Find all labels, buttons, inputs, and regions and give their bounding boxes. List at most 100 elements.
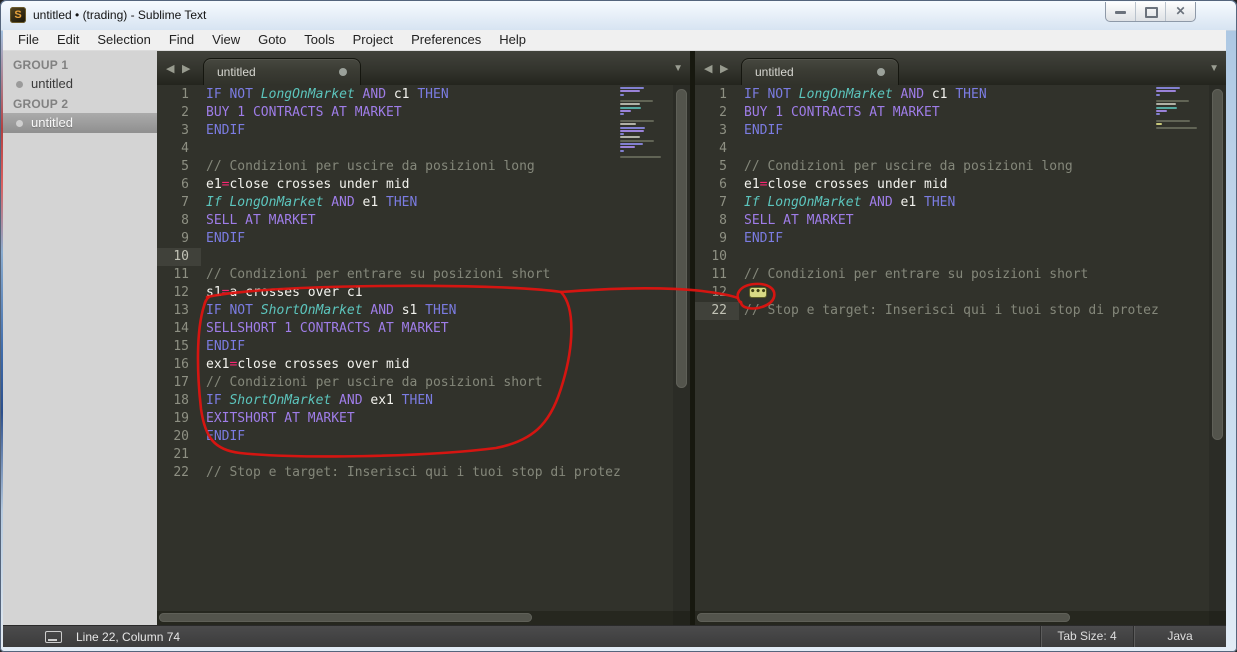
line-number: 7 bbox=[719, 195, 727, 210]
line-text: If LongOnMarket AND e1 THEN bbox=[744, 195, 956, 210]
close-icon: ✕ bbox=[1175, 4, 1186, 18]
tab-scroll-right-icon[interactable]: ▶ bbox=[720, 62, 728, 75]
menu-item-preferences[interactable]: Preferences bbox=[402, 30, 490, 50]
line-number: 9 bbox=[719, 231, 727, 246]
fold-ellipsis-icon[interactable]: ••• bbox=[749, 287, 767, 298]
minimap-line bbox=[620, 119, 654, 122]
syntax-indicator[interactable]: Java bbox=[1133, 626, 1226, 647]
line-number: 2 bbox=[181, 105, 189, 120]
line-number: 11 bbox=[711, 267, 727, 282]
horizontal-scrollbar[interactable] bbox=[157, 611, 673, 625]
menu-item-view[interactable]: View bbox=[203, 30, 249, 50]
line-text: BUY 1 CONTRACTS AT MARKET bbox=[206, 105, 402, 120]
horizontal-scrollbar-thumb[interactable] bbox=[697, 613, 1070, 622]
sidebar-item-untitled[interactable]: untitled bbox=[3, 113, 157, 133]
code-line: 1 IF NOT LongOnMarket AND c1 THEN bbox=[157, 86, 673, 104]
tab-scroll-left-icon[interactable]: ◀ bbox=[704, 62, 712, 75]
code-line: 11 // Condizioni per entrare su posizioni… bbox=[157, 266, 673, 284]
modified-dot-icon bbox=[877, 68, 885, 76]
minimap-line bbox=[1156, 87, 1180, 89]
minimap[interactable] bbox=[1156, 87, 1201, 130]
line-number: 6 bbox=[719, 177, 727, 192]
code-line: 8 SELL AT MARKET bbox=[695, 212, 1209, 230]
tab-scroll-right-icon[interactable]: ▶ bbox=[182, 62, 190, 75]
line-number: 14 bbox=[173, 321, 189, 336]
line-number: 1 bbox=[719, 87, 727, 102]
menu-item-file[interactable]: File bbox=[9, 30, 48, 50]
menu-item-selection[interactable]: Selection bbox=[88, 30, 159, 50]
line-text: // Condizioni per uscire da posizioni sh… bbox=[206, 375, 543, 390]
editor-group-2: ◀ ▶ untitled ▼ 1 IF NOT LongOnMarket AND … bbox=[695, 51, 1226, 625]
minimap[interactable] bbox=[620, 87, 665, 160]
scrollbar-corner bbox=[673, 611, 690, 625]
code-line: 2 BUY 1 CONTRACTS AT MARKET bbox=[695, 104, 1209, 122]
line-text: ex1=close crosses over mid bbox=[206, 357, 410, 372]
scrollbar-corner bbox=[1209, 611, 1226, 625]
line-number: 5 bbox=[181, 159, 189, 174]
tab-bar: ◀ ▶ untitled ▼ bbox=[695, 51, 1226, 85]
editor-area: ◀ ▶ untitled ▼ 1 IF NOT LongOnMarket AND … bbox=[157, 51, 1226, 625]
minimap-line bbox=[1156, 100, 1189, 103]
line-number: 15 bbox=[173, 339, 189, 354]
modified-dot-icon bbox=[339, 68, 347, 76]
title-bar[interactable]: S untitled • (trading) - Sublime Text ✕ bbox=[1, 1, 1236, 31]
vertical-scrollbar-thumb[interactable] bbox=[1212, 89, 1223, 440]
line-number: 4 bbox=[181, 141, 189, 156]
tab-overflow-icon[interactable]: ▼ bbox=[1209, 63, 1219, 74]
menu-item-find[interactable]: Find bbox=[160, 30, 203, 50]
minimap-line bbox=[1156, 110, 1167, 113]
line-number: 19 bbox=[173, 411, 189, 426]
line-number: 21 bbox=[173, 447, 189, 462]
tab-label: untitled bbox=[755, 65, 794, 79]
line-number: 10 bbox=[711, 249, 727, 264]
minimap-line bbox=[620, 90, 640, 93]
status-panel-icon[interactable] bbox=[45, 630, 62, 643]
horizontal-scrollbar[interactable] bbox=[695, 611, 1209, 625]
line-number: 5 bbox=[719, 159, 727, 174]
minimize-icon bbox=[1115, 11, 1126, 14]
minimize-button[interactable] bbox=[1106, 2, 1135, 21]
vertical-scrollbar[interactable] bbox=[1209, 85, 1226, 611]
line-text: BUY 1 CONTRACTS AT MARKET bbox=[744, 105, 940, 120]
maximize-button[interactable] bbox=[1135, 2, 1165, 21]
vertical-scrollbar[interactable] bbox=[673, 85, 690, 611]
line-text: ENDIF bbox=[206, 123, 246, 138]
line-text: // Condizioni per entrare su posizioni s… bbox=[744, 267, 1089, 282]
horizontal-scrollbar-thumb[interactable] bbox=[159, 613, 532, 622]
line-text bbox=[201, 140, 673, 158]
menu-item-goto[interactable]: Goto bbox=[249, 30, 295, 50]
line-number: 2 bbox=[719, 105, 727, 120]
line-text: ••• bbox=[739, 284, 1209, 302]
line-text: s1=a crosses over c1 bbox=[206, 285, 363, 300]
minimap-line bbox=[620, 133, 624, 136]
minimap-line bbox=[1156, 106, 1177, 109]
tab-untitled[interactable]: untitled bbox=[741, 58, 899, 85]
minimap-line bbox=[1156, 90, 1176, 93]
menu-item-project[interactable]: Project bbox=[344, 30, 402, 50]
code-line: 14 SELLSHORT 1 CONTRACTS AT MARKET bbox=[157, 320, 673, 338]
file-dot-icon bbox=[16, 81, 23, 88]
line-number: 11 bbox=[173, 267, 189, 282]
menu-item-tools[interactable]: Tools bbox=[295, 30, 343, 50]
code-line: 8 SELL AT MARKET bbox=[157, 212, 673, 230]
menu-item-edit[interactable]: Edit bbox=[48, 30, 88, 50]
tab-size-indicator[interactable]: Tab Size: 4 bbox=[1040, 626, 1133, 647]
close-button[interactable]: ✕ bbox=[1165, 2, 1195, 21]
code-line: 5 // Condizioni per uscire da posizioni l… bbox=[157, 158, 673, 176]
editor-group-1: ◀ ▶ untitled ▼ 1 IF NOT LongOnMarket AND … bbox=[157, 51, 690, 625]
cursor-position: Line 22, Column 74 bbox=[76, 629, 181, 644]
line-number: 4 bbox=[719, 141, 727, 156]
code-line: 10 bbox=[157, 248, 673, 266]
line-text: SELL AT MARKET bbox=[744, 213, 854, 228]
vertical-scrollbar-thumb[interactable] bbox=[676, 89, 687, 388]
menu-item-help[interactable]: Help bbox=[490, 30, 535, 50]
maximize-icon bbox=[1145, 7, 1158, 18]
code-editor[interactable]: 1 IF NOT LongOnMarket AND c1 THEN 2 BUY 1 C… bbox=[157, 85, 690, 611]
code-line: 1 IF NOT LongOnMarket AND c1 THEN bbox=[695, 86, 1209, 104]
code-line: 12 ••• bbox=[695, 284, 1209, 302]
tab-scroll-left-icon[interactable]: ◀ bbox=[166, 62, 174, 75]
sidebar-item-untitled[interactable]: untitled bbox=[3, 74, 157, 94]
tab-untitled[interactable]: untitled bbox=[203, 58, 361, 85]
code-editor[interactable]: 1 IF NOT LongOnMarket AND c1 THEN 2 BUY 1 C… bbox=[695, 85, 1226, 611]
tab-overflow-icon[interactable]: ▼ bbox=[673, 63, 683, 74]
